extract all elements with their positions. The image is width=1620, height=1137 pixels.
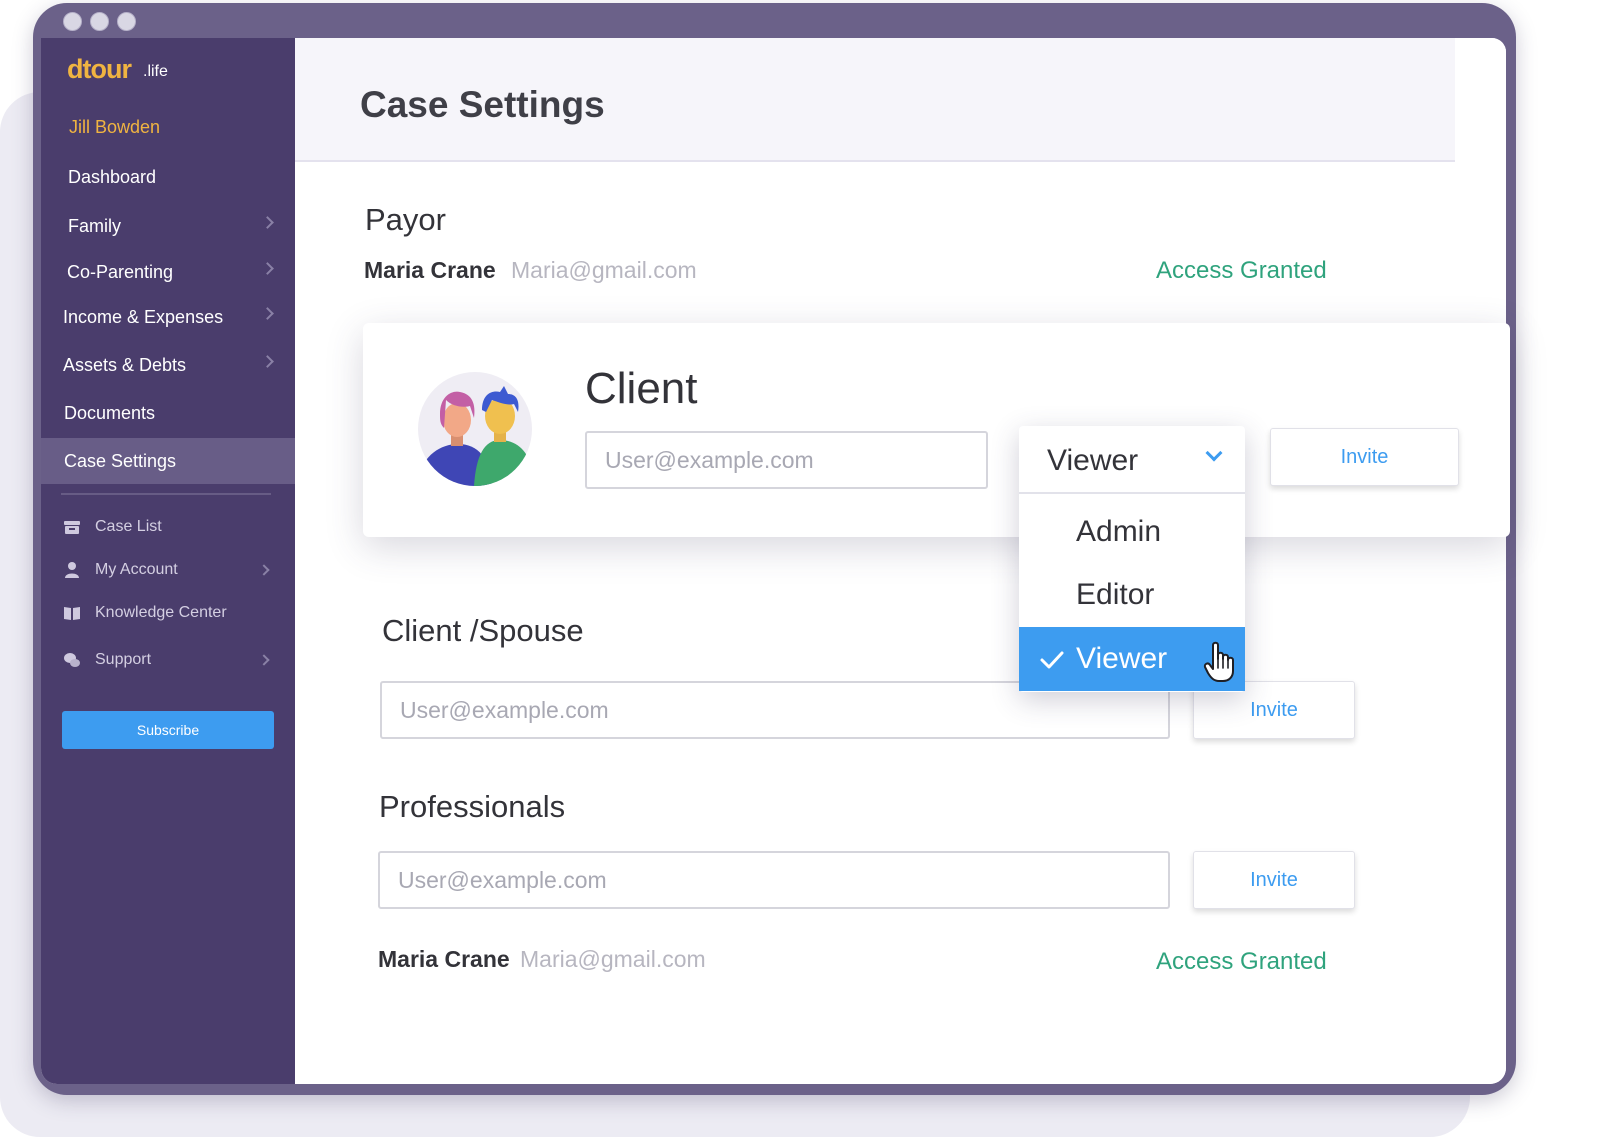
role-select-value: Viewer <box>1047 444 1139 477</box>
current-user-name[interactable]: Jill Bowden <box>69 117 160 138</box>
sidebar-divider <box>61 493 271 495</box>
professionals-section-title: Professionals <box>379 789 566 824</box>
sidebar-item-family[interactable]: Family <box>41 203 295 249</box>
client-invite-button[interactable]: Invite <box>1270 428 1459 486</box>
role-option-label: Admin <box>1076 515 1162 548</box>
chevron-right-icon <box>258 564 270 576</box>
sidebar-item-assets-debts[interactable]: Assets & Debts <box>41 342 295 388</box>
app-screen: dtour .life Jill Bowden Dashboard Family… <box>41 38 1506 1084</box>
client-section-title: Client <box>585 364 698 413</box>
sidebar-item-label: My Account <box>95 561 178 578</box>
window-close-dot[interactable] <box>63 12 82 31</box>
role-option-label: Viewer <box>1076 642 1168 675</box>
page-header: Case Settings <box>295 38 1455 162</box>
sidebar-item-label: Income & Expenses <box>63 306 224 327</box>
main-content: Case Settings Payor Maria Crane Maria@gm… <box>295 38 1506 1084</box>
hand-pointer-cursor-icon <box>1203 641 1234 682</box>
professional-name: Maria Crane <box>378 946 510 972</box>
payor-section-title: Payor <box>365 202 446 237</box>
window-zoom-dot[interactable] <box>117 12 136 31</box>
sidebar-item-label: Family <box>68 215 121 236</box>
professionals-invite-button[interactable]: Invite <box>1193 851 1355 909</box>
payor-access-status: Access Granted <box>1156 257 1327 284</box>
chevron-right-icon <box>261 216 274 229</box>
window-minimize-dot[interactable] <box>90 12 109 31</box>
sidebar-item-case-list[interactable]: Case List <box>41 512 295 542</box>
role-option-editor[interactable]: Editor <box>1019 563 1245 627</box>
professional-access-status: Access Granted <box>1156 948 1327 975</box>
checkmark-icon <box>1040 651 1064 669</box>
sidebar-item-label: Documents <box>64 402 156 423</box>
sidebar-item-label: Support <box>95 651 152 668</box>
payor-email: Maria@gmail.com <box>511 257 697 283</box>
chevron-right-icon <box>258 654 270 666</box>
role-option-label: Editor <box>1076 578 1155 611</box>
sidebar-item-case-settings[interactable]: Case Settings <box>41 438 295 484</box>
sidebar-item-label: Dashboard <box>68 166 157 187</box>
sidebar-item-label: Case Settings <box>64 450 177 471</box>
client-email-input[interactable]: User@example.com <box>585 431 988 489</box>
chat-bubbles-icon <box>64 653 80 667</box>
sidebar-item-label: Knowledge Center <box>95 604 227 621</box>
user-icon <box>65 562 79 578</box>
sidebar-item-dashboard[interactable]: Dashboard <box>41 154 295 200</box>
sidebar-item-documents[interactable]: Documents <box>41 390 295 436</box>
sidebar-item-income-expenses[interactable]: Income & Expenses <box>41 294 295 340</box>
client-couple-avatar-icon <box>418 372 532 486</box>
app-logo-suffix: .life <box>143 63 168 80</box>
sidebar-item-label: Assets & Debts <box>63 354 187 375</box>
page-title: Case Settings <box>360 84 605 125</box>
subscribe-button[interactable]: Subscribe <box>62 711 274 749</box>
window-controls <box>63 12 136 31</box>
sidebar-item-label: Case List <box>95 518 162 535</box>
sidebar-item-co-parenting[interactable]: Co-Parenting <box>41 249 295 295</box>
role-select-trigger[interactable]: Viewer <box>1019 426 1245 494</box>
chevron-right-icon <box>261 355 274 368</box>
archive-box-icon <box>64 521 80 534</box>
sidebar-item-knowledge-center[interactable]: Knowledge Center <box>41 598 295 628</box>
sidebar: dtour .life Jill Bowden Dashboard Family… <box>41 38 295 1084</box>
professionals-email-input[interactable]: User@example.com <box>378 851 1170 909</box>
payor-name: Maria Crane <box>364 257 496 283</box>
client-spouse-section-title: Client /Spouse <box>382 613 584 648</box>
sidebar-item-my-account[interactable]: My Account <box>41 555 295 585</box>
professional-email: Maria@gmail.com <box>520 946 706 972</box>
chevron-right-icon <box>261 307 274 320</box>
app-logo[interactable]: dtour <box>67 54 132 85</box>
role-option-admin[interactable]: Admin <box>1019 500 1245 564</box>
chevron-down-icon <box>1205 444 1223 462</box>
sidebar-item-label: Co-Parenting <box>67 261 174 282</box>
sidebar-item-support[interactable]: Support <box>41 645 295 675</box>
book-icon <box>64 607 80 620</box>
chevron-right-icon <box>261 262 274 275</box>
client-invite-card: Client User@example.com Invite <box>363 323 1510 537</box>
